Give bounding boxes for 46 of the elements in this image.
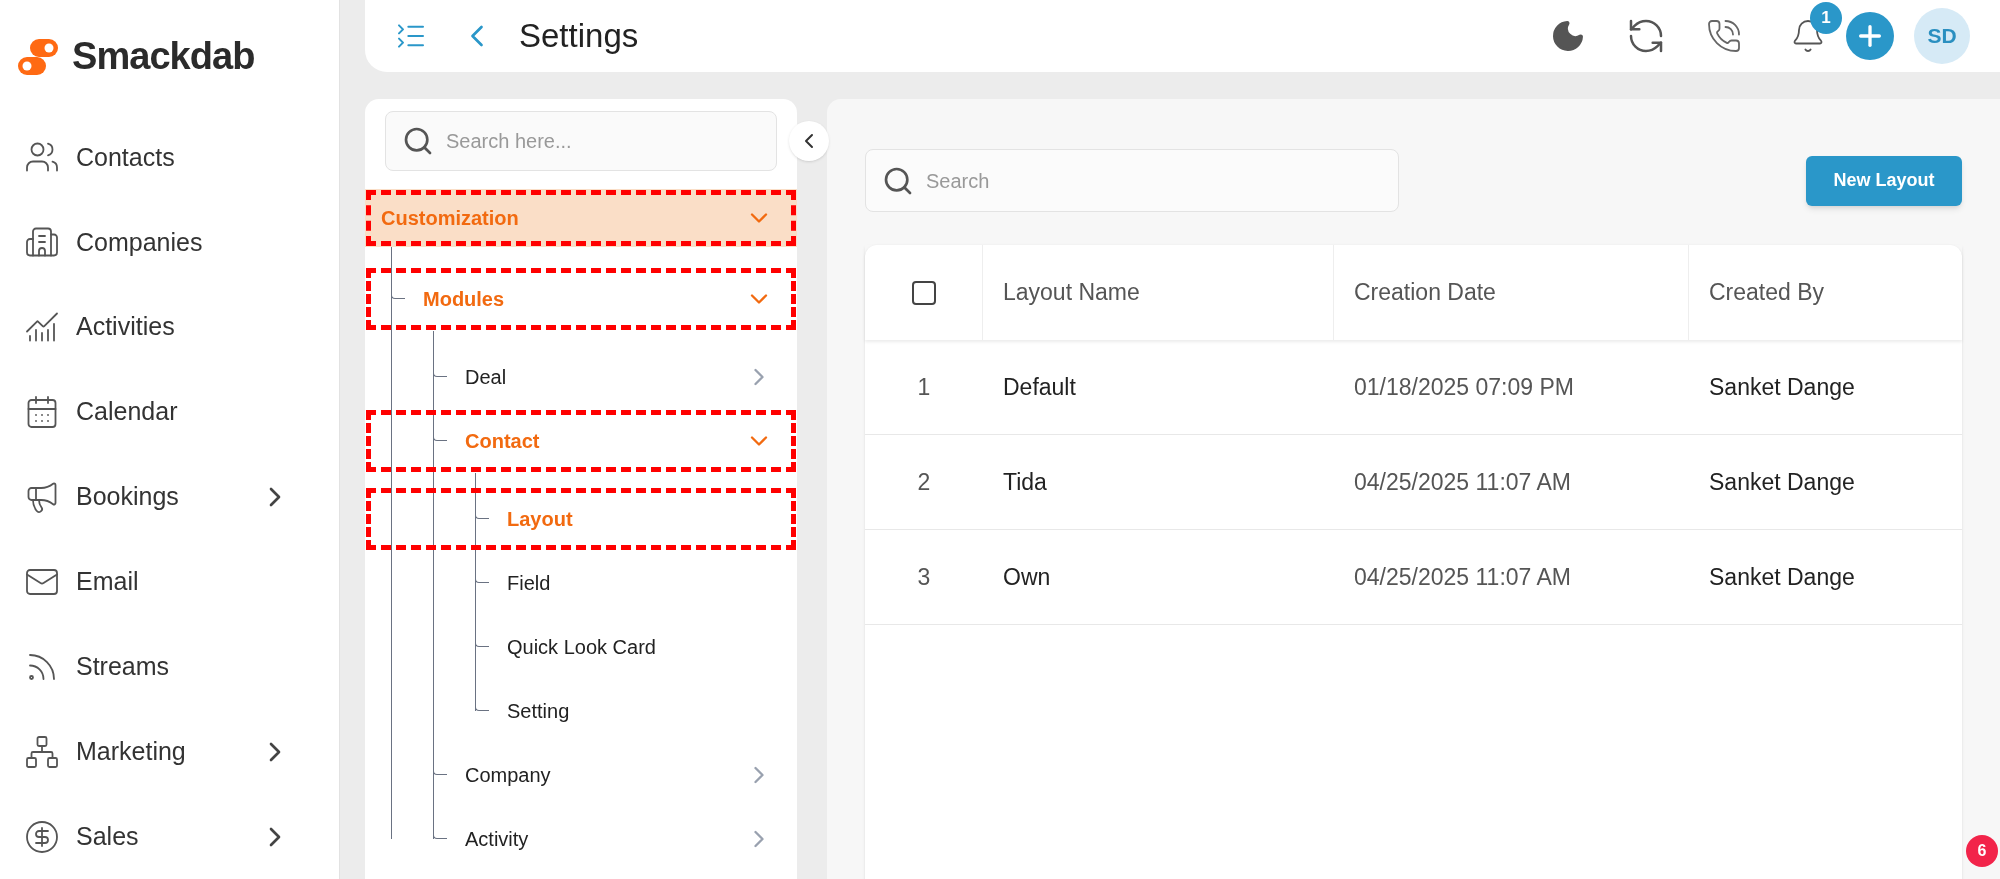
tree-item[interactable]: Quick Look Card [365, 615, 797, 679]
search-input[interactable]: Search [926, 165, 1382, 196]
tree-item[interactable]: Activity [365, 807, 797, 871]
row-number: 1 [916, 372, 932, 402]
phone-icon[interactable] [1706, 18, 1742, 54]
count-badge: 6 [1966, 835, 1998, 867]
sidebar-item[interactable]: Sales [0, 794, 339, 879]
column-header[interactable]: Created By [1709, 275, 1825, 310]
moon-icon[interactable] [1550, 18, 1586, 54]
table-cell-text: Tida [1002, 467, 1048, 497]
table-cell-text: Sanket Dange [1708, 467, 1856, 497]
brand-name: Smackdab [72, 34, 255, 79]
tree-item[interactable]: Deal [365, 345, 797, 409]
sidebar-item[interactable]: Marketing [0, 709, 339, 795]
tree-item[interactable]: Setting [365, 679, 797, 743]
network-icon [24, 733, 60, 770]
dollar-icon [24, 818, 60, 855]
table-cell-text: Default [1002, 372, 1077, 402]
sidebar-item[interactable]: Contacts [0, 115, 339, 200]
table-cell-text: 01/18/2025 07:09 PM [1353, 372, 1575, 402]
page-title: Settings [519, 16, 639, 57]
tree-item[interactable]: Field [365, 551, 797, 615]
tree-search-input[interactable]: Search here... [446, 126, 760, 156]
row-number: 2 [916, 467, 932, 497]
collapse-panel-button[interactable] [789, 121, 829, 161]
search-field[interactable]: Search [865, 149, 1399, 212]
table-cell-text: Sanket Dange [1708, 372, 1856, 402]
sidebar-item[interactable]: Bookings [0, 454, 339, 540]
sidebar-item[interactable]: Calendar [0, 369, 339, 455]
sidebar-item[interactable]: Streams [0, 624, 339, 710]
tree-search-field[interactable]: Search here... [385, 111, 777, 171]
table-cell-text: 04/25/2025 11:07 AM [1353, 467, 1572, 497]
column-header[interactable]: Layout Name [1003, 275, 1140, 310]
select-all-checkbox[interactable] [911, 280, 936, 305]
table-cell-text: Sanket Dange [1708, 562, 1856, 592]
sidebar-item[interactable]: Email [0, 539, 339, 625]
add-button[interactable] [1846, 12, 1894, 60]
search-icon [402, 125, 434, 157]
column-header[interactable]: Creation Date [1354, 275, 1496, 310]
table-cell-text: Own [1002, 562, 1052, 592]
notification-badge: 1 [1810, 2, 1842, 34]
tree-item[interactable]: Company [365, 743, 797, 807]
sidebar-item[interactable]: Activities [0, 284, 339, 370]
row-number: 3 [916, 562, 932, 592]
sidebar-item[interactable]: Companies [0, 199, 339, 285]
table-cell-text: 04/25/2025 11:07 AM [1353, 562, 1572, 592]
